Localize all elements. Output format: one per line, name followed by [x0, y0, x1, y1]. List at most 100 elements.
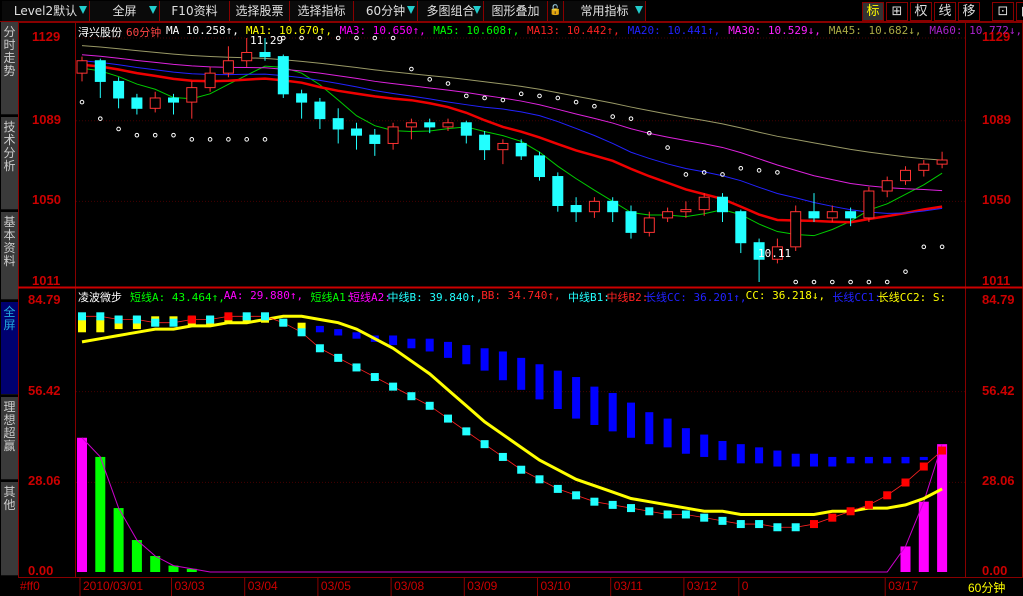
ma-legend-item: MA20: 10.441↑,	[627, 24, 721, 37]
sar-dot	[171, 132, 176, 138]
undefined: #ff0	[20, 579, 40, 593]
sar-dot	[848, 279, 853, 285]
indicator-legend-item: 长线CC1:	[832, 291, 881, 304]
band-bar	[700, 434, 709, 457]
time-axis-label: 03/17	[888, 579, 919, 593]
short-line-mark	[773, 523, 782, 532]
candle-body	[918, 163, 930, 171]
sar-dot	[738, 165, 744, 171]
sar-dot	[445, 81, 451, 86]
candle-body	[241, 51, 253, 62]
short-line-mark	[224, 312, 233, 321]
time-axis-label: 03/08	[394, 579, 425, 593]
candle-body	[113, 80, 125, 99]
indicator-legend-item: 中线B: 39.840↑,	[387, 291, 483, 304]
sar-dot	[116, 126, 121, 132]
band-bar	[736, 444, 745, 464]
ma-legend-item: MA45: 10.682↓,	[828, 24, 922, 37]
short-line-mark	[572, 491, 581, 500]
indicator-legend-item: AA: 29.880↑,	[223, 289, 304, 302]
sar-dot	[830, 279, 835, 285]
short-line-mark	[169, 318, 178, 327]
short-line-mark	[553, 484, 562, 493]
candle-body	[259, 51, 271, 58]
candle-body	[424, 122, 436, 128]
short-line-mark	[755, 520, 764, 529]
short-line-mark	[206, 315, 215, 324]
indicator-axis-label-left: 28.06	[28, 473, 61, 489]
band-bar	[846, 456, 855, 464]
sar-dot	[665, 145, 670, 150]
candle-body	[680, 209, 692, 213]
band-bar	[480, 348, 489, 371]
band-bar	[590, 386, 599, 425]
short-line-mark	[425, 401, 434, 410]
period-selector-right[interactable]: 60分钟	[968, 579, 1005, 596]
candle-body	[845, 211, 857, 219]
time-axis-label: 03/04	[247, 579, 278, 593]
band-bar	[663, 418, 672, 448]
sar-dot	[921, 244, 927, 250]
sar-dot	[811, 279, 817, 285]
band-bar	[535, 364, 544, 400]
short-line-mark	[846, 507, 855, 516]
short-line-mark	[297, 328, 306, 337]
sar-dot	[409, 66, 414, 72]
indicator-legend-item: 短线A: 43.464↑,	[130, 291, 225, 304]
sar-dot	[482, 95, 487, 101]
short-line-mark	[736, 520, 745, 529]
indicator-axis-label-right: 0.00	[982, 563, 1008, 578]
short-line-mark	[663, 510, 672, 519]
candle-body	[314, 101, 326, 120]
band-bar	[572, 377, 581, 419]
time-axis-label: 03/03	[174, 579, 205, 593]
candle-body	[204, 72, 216, 89]
ma-legend-item: MA3: 10.650↑,	[339, 24, 426, 37]
short-line-mark	[132, 315, 141, 324]
short-line-mark	[242, 312, 251, 321]
band-bar	[517, 357, 526, 390]
short-line-mark	[444, 414, 452, 423]
band-bar	[334, 329, 343, 336]
ma-legend-item: MA13: 10.442↑,	[527, 24, 620, 37]
sar-dot	[628, 116, 634, 121]
candle-body	[625, 211, 637, 233]
short-line-mark	[919, 462, 928, 471]
band-bar	[553, 370, 562, 409]
cc-line	[81, 314, 943, 516]
candle-body	[369, 134, 381, 144]
high-price-label: 11.29	[250, 34, 284, 47]
indicator-legend-item: 短线A1:	[310, 291, 353, 304]
indicator-axis-label-left: 0.00	[28, 563, 54, 578]
short-line-mark	[114, 315, 123, 324]
candle-body	[717, 196, 728, 213]
indicator-axis-label-right: 84.79	[982, 292, 1015, 307]
candle-body	[515, 142, 527, 157]
band-bar	[444, 341, 452, 358]
time-axis-label: 2010/03/01	[83, 579, 144, 593]
short-line-mark	[718, 516, 727, 525]
indicator-legend-item: 中线B1:	[568, 291, 610, 304]
short-line-mark	[810, 520, 818, 529]
band-bar	[901, 456, 910, 464]
sar-dot	[134, 132, 140, 138]
short-line-mark	[498, 452, 507, 461]
sar-dot	[464, 93, 469, 99]
sar-dot	[592, 103, 597, 109]
candle-body	[76, 60, 88, 74]
sar-dot	[427, 77, 433, 82]
short-line-mark	[334, 353, 343, 362]
price-axis-label-left: 1011	[32, 273, 61, 288]
histogram-bar	[77, 437, 87, 572]
bb-line	[82, 315, 943, 528]
candle-body	[351, 128, 362, 136]
price-axis-label-right: 1011	[982, 273, 1011, 288]
candle-body	[698, 196, 710, 211]
candle-body	[479, 134, 491, 151]
indicator-axis-label-left: 56.42	[28, 382, 61, 398]
band-bar	[773, 450, 782, 467]
candle-body	[534, 155, 545, 178]
short-line-mark	[151, 318, 160, 327]
candle-body	[387, 126, 399, 144]
price-axis-label-right: 1089	[982, 111, 1011, 127]
